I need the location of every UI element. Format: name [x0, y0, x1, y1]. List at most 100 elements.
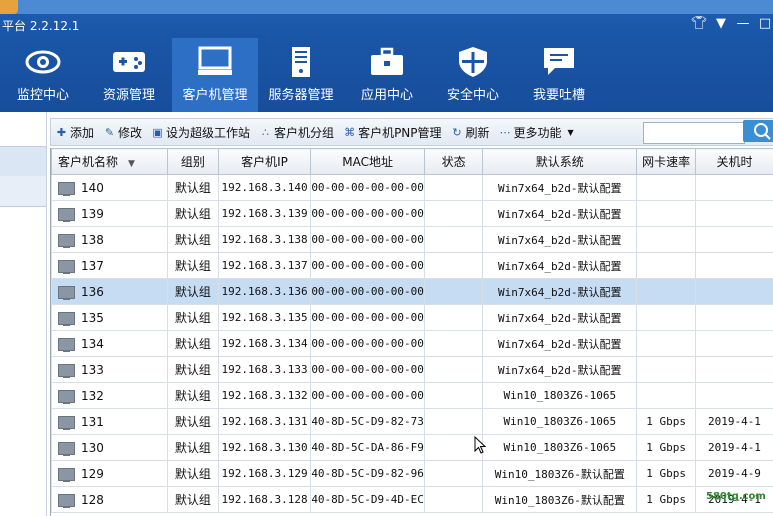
nav-feedback[interactable]: 我要吐槽: [516, 38, 602, 112]
nav-security-center[interactable]: 安全中心: [430, 38, 516, 112]
cell-mac-text: 00-00-00-00-00-00: [311, 207, 424, 220]
cell-ip-text: 192.168.3.128: [221, 493, 308, 506]
group-tree-item[interactable]: [0, 146, 46, 178]
cell-status: [423, 226, 484, 253]
nav-label: 资源管理: [102, 88, 155, 103]
edit-button[interactable]: ✎ 修改: [99, 124, 147, 141]
skin-shirt-icon[interactable]: 👕︎: [691, 16, 708, 31]
col-header-mac[interactable]: MAC地址: [310, 148, 425, 175]
cell-group: 默认组: [166, 356, 219, 383]
search-input[interactable]: [643, 122, 745, 144]
col-header-name[interactable]: 客户机名称 ▼: [51, 148, 168, 175]
maximize-icon[interactable]: □: [757, 16, 773, 31]
cell-system: Win10_1803Z6-默认配置: [482, 460, 638, 487]
client-pc-icon: [58, 181, 75, 196]
more-label: 更多功能: [513, 125, 562, 140]
minimize-icon[interactable]: —: [735, 16, 751, 31]
cell-ip-text: 192.168.3.129: [221, 467, 308, 480]
cell-system-text: Win7x64_b2d-默认配置: [498, 181, 622, 195]
cell-speed: 1 Gbps: [636, 460, 696, 487]
cell-group-text: 默认组: [174, 207, 211, 221]
table-row[interactable]: 132 默认组 192.168.3.132 00-00-00-00-00-00 Win1…: [51, 382, 773, 409]
refresh-button[interactable]: ↻ 刷新: [447, 124, 495, 141]
cell-speed: [636, 252, 696, 279]
refresh-label: 刷新: [465, 125, 490, 140]
client-pc-icon: [58, 259, 75, 274]
pnp-icon: ⌘: [344, 125, 356, 139]
cell-shutdown: [694, 174, 773, 201]
nav-label: 监控中心: [16, 88, 69, 103]
workstation-icon: ▣: [152, 125, 163, 139]
cell-mac-text: 00-00-00-00-00-00: [311, 337, 424, 350]
cell-group-text: 默认组: [174, 259, 211, 273]
cell-group-text: 默认组: [174, 467, 211, 481]
cell-ip-text: 192.168.3.140: [221, 181, 308, 194]
table-row[interactable]: 135 默认组 192.168.3.135 00-00-00-00-00-00 Win7…: [51, 304, 773, 331]
cell-name-text: 135: [81, 310, 104, 325]
cell-name-text: 132: [81, 388, 104, 403]
cell-group: 默认组: [166, 278, 219, 305]
col-header-system[interactable]: 默认系统: [482, 148, 638, 175]
cell-shutdown: [694, 382, 773, 409]
cell-ip-text: 192.168.3.132: [221, 389, 308, 402]
more-functions-button[interactable]: ⋯ 更多功能 ▼: [495, 124, 579, 141]
watermark: 580tg.com: [706, 491, 766, 502]
cell-status: [423, 174, 484, 201]
cell-speed: [636, 226, 696, 253]
nav-resource-manage[interactable]: 资源管理: [86, 38, 172, 112]
cell-system-text: Win7x64_b2d-默认配置: [498, 259, 622, 273]
cell-mac-text: 40-8D-5C-D9-82-73: [311, 415, 424, 428]
table-row[interactable]: 139 默认组 192.168.3.139 00-00-00-00-00-00 Win7…: [51, 200, 773, 227]
cell-mac-text: 40-8D-5C-D9-4D-EC: [311, 493, 424, 506]
table-row[interactable]: 128 默认组 192.168.3.128 40-8D-5C-D9-4D-EC Win1…: [51, 486, 773, 513]
cell-ip: 192.168.3.136: [217, 278, 312, 305]
nav-app-center[interactable]: 应用中心: [344, 38, 430, 112]
table-row[interactable]: 134 默认组 192.168.3.134 00-00-00-00-00-00 Win7…: [51, 330, 773, 357]
add-button[interactable]: ✚ 添加: [51, 124, 99, 141]
cell-system-text: Win7x64_b2d-默认配置: [498, 233, 622, 247]
table-row[interactable]: 133 默认组 192.168.3.133 00-00-00-00-00-00 Win7…: [51, 356, 773, 383]
table-row[interactable]: 137 默认组 192.168.3.137 00-00-00-00-00-00 Win7…: [51, 252, 773, 279]
nav-server-manage[interactable]: 服务器管理: [258, 38, 344, 112]
table-row[interactable]: 138 默认组 192.168.3.138 00-00-00-00-00-00 Win7…: [51, 226, 773, 253]
cell-group: 默认组: [166, 460, 219, 487]
cell-group: 默认组: [166, 226, 219, 253]
cell-ip: 192.168.3.130: [217, 434, 312, 461]
search-icon: [754, 123, 771, 140]
cell-shutdown: [694, 304, 773, 331]
cell-status: [423, 278, 484, 305]
cell-speed: [636, 330, 696, 357]
cell-system: Win7x64_b2d-默认配置: [482, 356, 638, 383]
table-row[interactable]: 131 默认组 192.168.3.131 40-8D-5C-D9-82-73 Win1…: [51, 408, 773, 435]
client-pc-icon: [58, 311, 75, 326]
col-header-speed[interactable]: 网卡速率: [636, 148, 696, 175]
table-row[interactable]: 129 默认组 192.168.3.129 40-8D-5C-D9-82-96 Win1…: [51, 460, 773, 487]
cell-mac: 00-00-00-00-00-00: [310, 304, 425, 331]
nav-label: 应用中心: [360, 88, 413, 103]
group-tree-item[interactable]: [0, 176, 46, 207]
set-super-workstation-button[interactable]: ▣ 设为超级工作站: [147, 124, 255, 141]
cell-ip-text: 192.168.3.133: [221, 363, 308, 376]
client-group-button[interactable]: ∴ 客户机分组: [255, 124, 339, 141]
col-header-ip[interactable]: 客户机IP: [217, 148, 312, 175]
cell-mac-text: 00-00-00-00-00-00: [311, 285, 424, 298]
cell-group: 默认组: [166, 200, 219, 227]
search-button[interactable]: [743, 120, 773, 142]
cell-mac-text: 00-00-00-00-00-00: [311, 363, 424, 376]
client-pnp-button[interactable]: ⌘ 客户机PNP管理: [339, 124, 446, 141]
cell-name: 131: [51, 408, 168, 435]
col-header-shutdown[interactable]: 关机时: [694, 148, 773, 175]
table-row[interactable]: 136 默认组 192.168.3.136 00-00-00-00-00-00 Win7…: [51, 278, 773, 305]
col-header-group[interactable]: 组别: [166, 148, 219, 175]
col-header-status[interactable]: 状态: [423, 148, 484, 175]
group-icon: ∴: [262, 125, 270, 139]
cell-system: Win7x64_b2d-默认配置: [482, 200, 638, 227]
table-row[interactable]: 140 默认组 192.168.3.140 00-00-00-00-00-00 Win7…: [51, 174, 773, 201]
cell-name-text: 134: [81, 336, 104, 351]
cell-name: 129: [51, 460, 168, 487]
table-row[interactable]: 130 默认组 192.168.3.130 40-8D-5C-DA-86-F9 Win1…: [51, 434, 773, 461]
nav-monitor-center[interactable]: 监控中心: [0, 38, 86, 112]
nav-client-manage[interactable]: 客户机管理: [172, 38, 258, 112]
pnp-label: 客户机PNP管理: [358, 125, 442, 140]
menu-dropdown-icon[interactable]: ▼: [713, 16, 729, 31]
